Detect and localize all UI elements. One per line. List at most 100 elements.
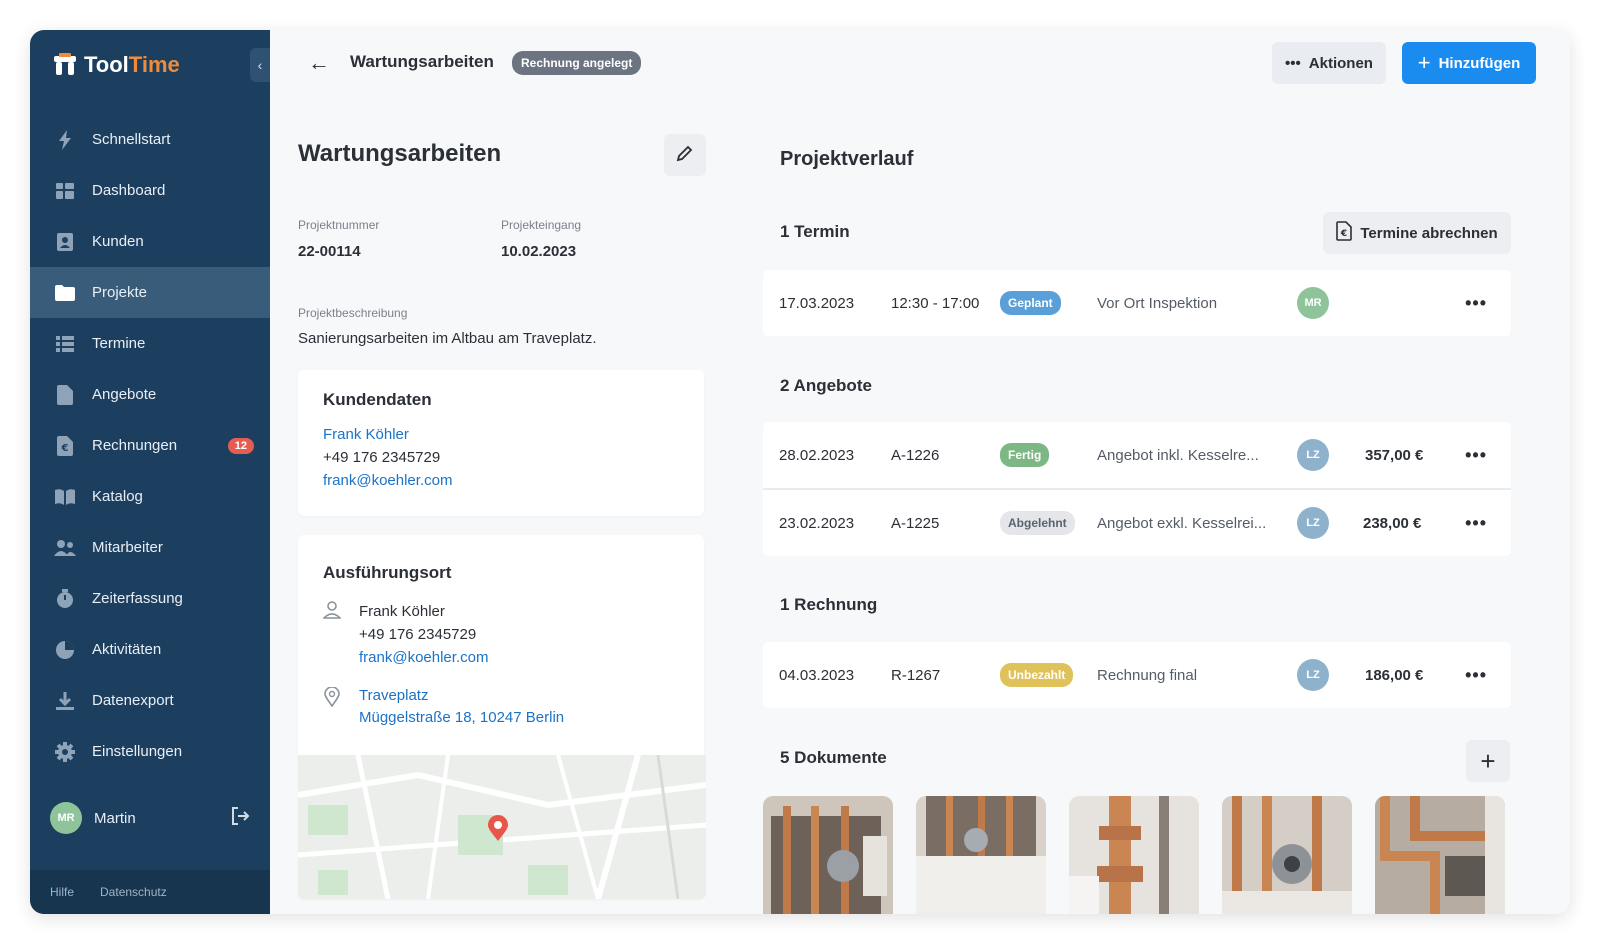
sidebar-item-mitarbeiter[interactable]: Mitarbeiter: [30, 522, 270, 573]
location-contact-email-link[interactable]: frank@koehler.com: [359, 649, 488, 666]
project-description-label: Projektbeschreibung: [298, 306, 408, 320]
avatar: MR: [50, 802, 82, 834]
sidebar-item-termine[interactable]: Termine: [30, 318, 270, 369]
offer-number: A-1225: [891, 514, 940, 532]
actions-label: Aktionen: [1308, 54, 1373, 72]
location-place-link[interactable]: Traveplatz: [359, 687, 428, 704]
svg-text:€: €: [1340, 229, 1347, 239]
history-title: Projektverlauf: [780, 148, 914, 170]
customer-email-link[interactable]: frank@koehler.com: [323, 472, 452, 489]
project-description: Sanierungsarbeiten im Altbau am Travepla…: [298, 330, 597, 347]
activity-icon: [54, 639, 76, 661]
appointment-row[interactable]: 17.03.2023 12:30 - 17:00 Geplant Vor Ort…: [763, 270, 1511, 336]
appointment-title: Vor Ort Inspektion: [1097, 294, 1218, 312]
document-thumbnail[interactable]: [1069, 796, 1199, 914]
user-profile[interactable]: MR Martin: [50, 800, 250, 836]
more-icon[interactable]: •••: [1465, 513, 1487, 534]
app-name-part1: Tool: [84, 52, 129, 77]
avatar: LZ: [1297, 659, 1329, 691]
avatar: LZ: [1297, 507, 1329, 539]
dashboard-icon: [54, 180, 76, 202]
add-button[interactable]: + Hinzufügen: [1402, 42, 1536, 84]
sidebar-item-einstellungen[interactable]: Einstellungen: [30, 726, 270, 777]
offer-amount: 357,00 €: [1365, 446, 1424, 464]
project-date-label: Projekteingang: [501, 218, 582, 232]
offer-date: 28.02.2023: [779, 446, 855, 464]
invoice-row[interactable]: 04.03.2023 R-1267 Unbezahlt Rechnung fin…: [763, 642, 1511, 708]
status-badge: Abgelehnt: [1000, 511, 1075, 535]
arrow-left-icon[interactable]: ←: [308, 50, 330, 76]
document-thumbnail[interactable]: [1375, 796, 1505, 914]
offer-row[interactable]: 28.02.2023 A-1226 Fertig Angebot inkl. K…: [763, 422, 1511, 488]
actions-button[interactable]: ••• Aktionen: [1272, 42, 1386, 84]
sidebar-footer: Hilfe Datenschutz: [30, 870, 270, 914]
edit-button[interactable]: [664, 134, 706, 176]
person-icon: [322, 601, 342, 624]
sidebar-item-aktivitaeten[interactable]: Aktivitäten: [30, 624, 270, 675]
app-name-part2: Time: [128, 52, 180, 77]
sidebar-item-label: Zeiterfassung: [92, 590, 183, 607]
sidebar-item-label: Einstellungen: [92, 743, 183, 760]
more-icon[interactable]: •••: [1465, 445, 1487, 466]
logo-icon: [54, 53, 76, 75]
customer-phone: +49 176 2345729: [323, 449, 441, 466]
privacy-link[interactable]: Datenschutz: [100, 885, 167, 899]
app-window: ToolTime ‹ Schnellstart Dashboard Kunden…: [30, 30, 1570, 914]
offer-row[interactable]: 23.02.2023 A-1225 Abgelehnt Angebot exkl…: [763, 490, 1511, 556]
project-date: 10.02.2023: [501, 243, 577, 260]
map-pin-icon: [324, 686, 340, 712]
offer-title: Angebot inkl. Kesselre...: [1097, 446, 1259, 464]
bill-appointments-button[interactable]: € Termine abrechnen: [1323, 212, 1511, 254]
location-address-link[interactable]: Müggelstraße 18, 10247 Berlin: [359, 709, 564, 726]
avatar: MR: [1297, 287, 1329, 319]
bolt-icon: [54, 129, 76, 151]
more-icon[interactable]: •••: [1465, 665, 1487, 686]
invoice-icon: €: [1336, 221, 1353, 245]
plus-icon: +: [1480, 745, 1496, 776]
customer-card-title: Kundendaten: [323, 390, 432, 409]
invoices-heading: 1 Rechnung: [780, 595, 878, 614]
svg-text:€: €: [61, 443, 69, 454]
app-logo[interactable]: ToolTime: [54, 52, 180, 78]
document-thumbnail[interactable]: [1222, 796, 1352, 914]
sidebar-item-rechnungen[interactable]: € Rechnungen 12: [30, 420, 270, 471]
sidebar-item-zeiterfassung[interactable]: Zeiterfassung: [30, 573, 270, 624]
help-link[interactable]: Hilfe: [50, 885, 74, 899]
offer-title: Angebot exkl. Kesselrei...: [1097, 514, 1267, 532]
sidebar-item-katalog[interactable]: Katalog: [30, 471, 270, 522]
list-icon: [54, 333, 76, 355]
stopwatch-icon: [54, 588, 76, 610]
document-thumbnail[interactable]: [916, 796, 1046, 914]
sidebar-item-datenexport[interactable]: Datenexport: [30, 675, 270, 726]
appointment-date: 17.03.2023: [779, 294, 855, 312]
status-badge: Unbezahlt: [1000, 663, 1074, 687]
logout-icon[interactable]: [230, 806, 250, 830]
sidebar-item-label: Projekte: [92, 284, 148, 301]
collapse-sidebar-button[interactable]: ‹: [250, 48, 270, 82]
sidebar-item-angebote[interactable]: Angebote: [30, 369, 270, 420]
offers-heading: 2 Angebote: [780, 376, 872, 395]
user-name: Martin: [94, 809, 136, 827]
document-thumbnail[interactable]: [763, 796, 893, 914]
sidebar-item-projekte[interactable]: Projekte: [30, 267, 270, 318]
sidebar-item-label: Aktivitäten: [92, 641, 162, 658]
customer-name-link[interactable]: Frank Köhler: [323, 426, 409, 443]
document-icon: [54, 384, 76, 406]
more-icon[interactable]: •••: [1465, 293, 1487, 314]
sidebar-item-label: Datenexport: [92, 692, 174, 709]
location-map[interactable]: [298, 755, 706, 899]
invoice-number: R-1267: [891, 666, 941, 684]
sidebar-nav: Schnellstart Dashboard Kunden Projekte T…: [30, 114, 270, 777]
sidebar-item-label: Mitarbeiter: [92, 539, 163, 556]
appointments-heading: 1 Termin: [780, 222, 850, 241]
sidebar-item-label: Rechnungen: [92, 437, 178, 454]
top-bar: ← Wartungsarbeiten Rechnung angelegt •••…: [270, 30, 1570, 94]
sidebar-item-dashboard[interactable]: Dashboard: [30, 165, 270, 216]
location-card-title: Ausführungsort: [323, 563, 452, 582]
more-icon: •••: [1285, 54, 1301, 72]
sidebar-item-kunden[interactable]: Kunden: [30, 216, 270, 267]
gear-icon: [54, 741, 76, 763]
sidebar-item-schnellstart[interactable]: Schnellstart: [30, 114, 270, 165]
offer-number: A-1226: [891, 446, 940, 464]
add-document-button[interactable]: +: [1466, 740, 1510, 782]
